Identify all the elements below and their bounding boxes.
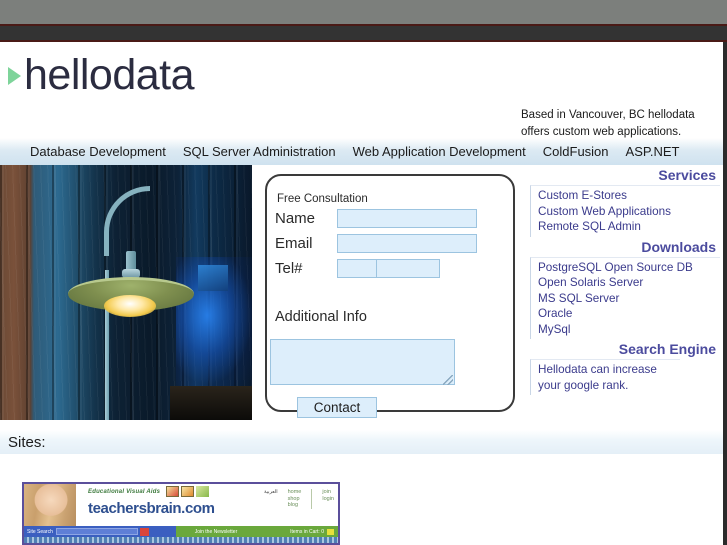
thumbnail-action-bar: Site Search Join the Newsletter Items in… [24, 526, 338, 537]
form-row-tel: Tel# [275, 259, 440, 278]
site-thumbnail-teachersbrain[interactable]: Educational Visual Aids teachersbrain.co… [22, 482, 340, 545]
sidebar-heading-search-engine: Search Engine [618, 341, 716, 357]
thumbnail-nav-divider [311, 489, 313, 509]
sidebar-heading-services: Services [658, 167, 716, 183]
browser-chrome-top [0, 0, 727, 24]
main-content-row: Free Consultation Name Email Tel# Additi… [0, 165, 723, 420]
calendar-icon [181, 486, 194, 497]
hero-background-screen [198, 265, 228, 291]
name-label: Name [275, 210, 316, 227]
sidebar-link-custom-web-applications[interactable]: Custom Web Applications [538, 204, 720, 220]
thumbnail-search-go-icon[interactable] [139, 527, 149, 536]
pencil-icon [196, 486, 209, 497]
thumbnail-language-link[interactable]: العربية [264, 489, 278, 509]
site-tagline: Based in Vancouver, BC hellodata offers … [521, 109, 695, 138]
thumbnail-search-input[interactable] [55, 528, 138, 535]
primary-nav: Database Development SQL Server Administ… [0, 138, 723, 165]
site-header: hellodata Based in Vancouver, BC helloda… [0, 42, 723, 138]
sidebar-link-open-solaris[interactable]: Open Solaris Server [538, 275, 720, 291]
play-triangle-icon [8, 66, 21, 85]
thumbnail-search-block[interactable]: Site Search [24, 526, 176, 537]
sites-section-bar [0, 430, 723, 455]
form-row-email: Email [275, 234, 477, 253]
thumbnail-nav: العربية home shop blog join login [264, 489, 334, 509]
site-logo[interactable]: hellodata [8, 51, 195, 99]
sidebar-heading-downloads: Downloads [641, 238, 716, 255]
sidebar-link-remote-sql-admin[interactable]: Remote SQL Admin [538, 219, 720, 235]
contact-submit-button[interactable]: Contact [297, 397, 377, 418]
tel-area-code-input[interactable] [337, 259, 377, 278]
tel-label: Tel# [275, 260, 303, 277]
nav-item-web-application-development[interactable]: Web Application Development [353, 144, 526, 159]
nav-item-database-development[interactable]: Database Development [30, 144, 166, 159]
hero-lamp-photo [0, 165, 252, 420]
form-legend: Free Consultation [277, 193, 368, 205]
additional-info-textarea[interactable] [270, 339, 455, 385]
additional-info-label: Additional Info [275, 309, 367, 325]
sidebar-link-ms-sql-server[interactable]: MS SQL Server [538, 291, 720, 307]
sidebar-link-mysql[interactable]: MySql [538, 322, 720, 338]
thumbnail-category-strip [24, 537, 338, 543]
sidebar-link-postgresql[interactable]: PostgreSQL Open Source DB [538, 260, 720, 276]
thumbnail-search-label: Site Search [27, 528, 53, 535]
sites-label: Sites: [8, 434, 46, 451]
thumbnail-portrait-image [24, 484, 76, 526]
sidebar-link-custom-e-stores[interactable]: Custom E-Stores [538, 188, 720, 204]
hero-lamp-bulb [104, 295, 156, 317]
thumbnail-cart-label: Items in Cart: 0 [290, 528, 324, 535]
thumbnail-nav-primary[interactable]: home shop blog [288, 489, 302, 509]
thumbnail-newsletter-button[interactable]: Join the Newsletter [176, 526, 256, 537]
tel-number-input[interactable] [377, 259, 440, 278]
nav-item-coldfusion[interactable]: ColdFusion [543, 144, 609, 159]
textarea-resize-grip-icon[interactable] [443, 375, 453, 385]
nav-item-sql-server-administration[interactable]: SQL Server Administration [183, 144, 336, 159]
browser-toolbar-strip [0, 24, 727, 42]
page-frame: hellodata Based in Vancouver, BC helloda… [0, 42, 727, 545]
email-input[interactable] [337, 234, 477, 253]
thumbnail-site-name: teachersbrain.com [88, 500, 215, 517]
shopping-cart-icon [327, 528, 334, 535]
sidebar-list-downloads: PostgreSQL Open Source DB Open Solaris S… [530, 256, 720, 339]
thumbnail-header: Educational Visual Aids teachersbrain.co… [24, 484, 338, 526]
book-icon [166, 486, 179, 497]
email-label: Email [275, 235, 313, 252]
logo-text: hellodata [24, 51, 195, 99]
sidebar-list-services: Custom E-Stores Custom Web Applications … [530, 185, 720, 237]
sidebar-link-oracle[interactable]: Oracle [538, 306, 720, 322]
page-root: hellodata Based in Vancouver, BC helloda… [0, 0, 727, 545]
form-row-name: Name [275, 209, 477, 228]
hero-ground [170, 386, 252, 420]
thumbnail-nav-account[interactable]: join login [322, 489, 334, 509]
consultation-form: Free Consultation Name Email Tel# Additi… [265, 174, 515, 418]
thumbnail-icon-row [166, 486, 209, 497]
thumbnail-tagline: Educational Visual Aids [88, 489, 161, 495]
nav-item-asp-net[interactable]: ASP.NET [626, 144, 680, 159]
thumbnail-cart-block[interactable]: Items in Cart: 0 [256, 526, 338, 537]
sidebar-search-engine-note: Hellodata can increase your google rank. [530, 359, 680, 395]
name-input[interactable] [337, 209, 477, 228]
right-sidebar: Services Custom E-Stores Custom Web Appl… [530, 165, 720, 420]
